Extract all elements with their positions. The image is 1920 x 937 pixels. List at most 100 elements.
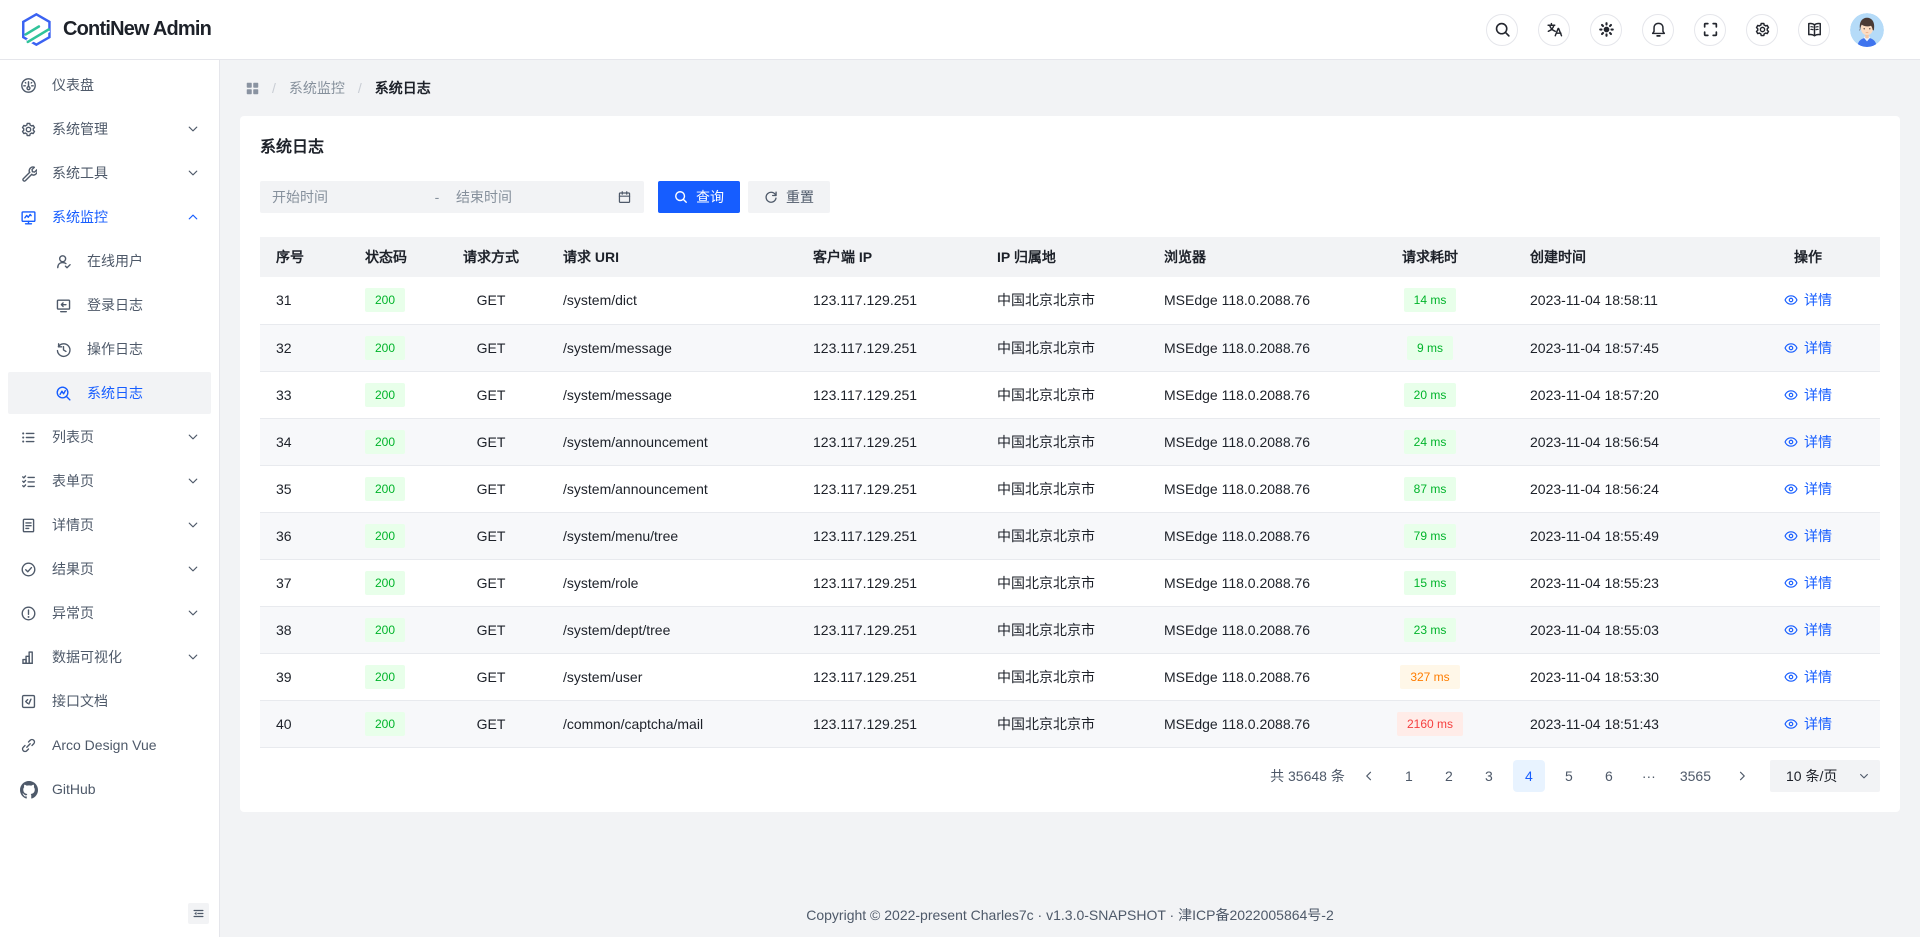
sidebar-item-10[interactable]: 表单页 — [8, 460, 211, 502]
chevron-down-icon — [187, 607, 199, 619]
chevron-down-icon — [187, 475, 199, 487]
pagination-prev-button[interactable] — [1353, 760, 1385, 792]
table-cell: 2023-11-04 18:55:23 — [1514, 559, 1736, 606]
detail-file-icon — [20, 517, 36, 533]
table-cell: 123.117.129.251 — [797, 512, 981, 559]
table-cell: 200 — [349, 700, 435, 747]
elapsed-badge: 23 ms — [1404, 618, 1457, 642]
sidebar-item-16[interactable]: Arco Design Vue — [8, 724, 211, 766]
elapsed-badge: 9 ms — [1407, 336, 1453, 360]
sidebar-item-3[interactable]: 系统工具 — [8, 152, 211, 194]
search-button[interactable] — [1486, 14, 1518, 46]
sidebar-item-12[interactable]: 结果页 — [8, 548, 211, 590]
sidebar-item-7[interactable]: 操作日志 — [8, 328, 211, 370]
sidebar-item-9[interactable]: 列表页 — [8, 416, 211, 458]
status-badge: 200 — [365, 477, 405, 501]
sidebar-item-label: 系统监控 — [52, 207, 187, 227]
sidebar-item-11[interactable]: 详情页 — [8, 504, 211, 546]
detail-link[interactable]: 详情 — [1784, 479, 1832, 499]
settings-gear-button[interactable] — [1746, 14, 1778, 46]
eye-icon — [1784, 717, 1798, 731]
table-cell: MSEdge 118.0.2088.76 — [1148, 371, 1346, 418]
table-cell: 2023-11-04 18:55:49 — [1514, 512, 1736, 559]
calendar-icon — [617, 190, 632, 205]
pagination-page-2[interactable]: 2 — [1433, 760, 1465, 792]
sidebar-item-label: 详情页 — [52, 515, 187, 535]
reset-button[interactable]: 重置 — [748, 181, 830, 213]
result-check-icon — [20, 561, 36, 577]
fullscreen-button[interactable] — [1694, 14, 1726, 46]
page-size-select[interactable]: 10 条/页 — [1770, 760, 1880, 792]
table-cell: /system/role — [547, 559, 797, 606]
table-cell: 详情 — [1736, 465, 1880, 512]
table-cell: GET — [435, 653, 547, 700]
translate-button[interactable] — [1538, 14, 1570, 46]
theme-light-button[interactable] — [1590, 14, 1622, 46]
sidebar-item-13[interactable]: 异常页 — [8, 592, 211, 634]
table-cell: 200 — [349, 371, 435, 418]
table-cell: 37 — [260, 559, 349, 606]
pagination-page-3565[interactable]: 3565 — [1673, 760, 1718, 792]
sidebar-item-2[interactable]: 系统管理 — [8, 108, 211, 150]
detail-link[interactable]: 详情 — [1784, 620, 1832, 640]
detail-link[interactable]: 详情 — [1784, 290, 1832, 310]
pagination-page-5[interactable]: 5 — [1553, 760, 1585, 792]
sidebar-item-8[interactable]: 系统日志 — [8, 372, 211, 414]
apps-grid-icon[interactable] — [246, 82, 259, 95]
column-header: 请求 URI — [547, 237, 797, 277]
sidebar-item-15[interactable]: 接口文档 — [8, 680, 211, 722]
sidebar-item-5[interactable]: 在线用户 — [8, 240, 211, 282]
table-row: 37200GET/system/role123.117.129.251中国北京北… — [260, 559, 1880, 606]
detail-link[interactable]: 详情 — [1784, 714, 1832, 734]
pagination-page-4[interactable]: 4 — [1513, 760, 1545, 792]
table-cell: MSEdge 118.0.2088.76 — [1148, 465, 1346, 512]
detail-link[interactable]: 详情 — [1784, 573, 1832, 593]
pagination-page-1[interactable]: 1 — [1393, 760, 1425, 792]
sidebar-collapse-button[interactable] — [188, 903, 209, 924]
table-cell: 200 — [349, 277, 435, 324]
status-badge: 200 — [365, 524, 405, 548]
date-range-picker[interactable]: 开始时间 - 结束时间 — [260, 181, 644, 213]
table-cell: 200 — [349, 512, 435, 559]
sidebar-item-6[interactable]: 登录日志 — [8, 284, 211, 326]
table-cell: /common/captcha/mail — [547, 700, 797, 747]
fullscreen-icon — [1702, 21, 1719, 38]
table-cell: 36 — [260, 512, 349, 559]
table-cell: /system/user — [547, 653, 797, 700]
sidebar-item-label: 在线用户 — [87, 251, 199, 271]
detail-link[interactable]: 详情 — [1784, 385, 1832, 405]
sidebar-item-17[interactable]: GitHub — [8, 768, 211, 810]
eye-icon — [1784, 670, 1798, 684]
table-cell: GET — [435, 324, 547, 371]
detail-link[interactable]: 详情 — [1784, 526, 1832, 546]
notification-bell-button[interactable] — [1642, 14, 1674, 46]
sidebar-item-1[interactable]: 仪表盘 — [8, 64, 211, 106]
table-cell: 123.117.129.251 — [797, 418, 981, 465]
breadcrumb-item-parent[interactable]: 系统监控 — [289, 78, 345, 98]
user-avatar[interactable] — [1850, 13, 1884, 47]
gear-icon — [20, 121, 36, 137]
sidebar-item-4[interactable]: 系统监控 — [8, 196, 211, 238]
pagination-page-3[interactable]: 3 — [1473, 760, 1505, 792]
status-badge: 200 — [365, 665, 405, 689]
pagination: 共 35648 条123456···356510 条/页 — [260, 760, 1880, 792]
table-cell: 2023-11-04 18:56:54 — [1514, 418, 1736, 465]
elapsed-badge: 2160 ms — [1397, 712, 1463, 736]
logo-area[interactable]: ContiNew Admin — [20, 13, 211, 46]
detail-link[interactable]: 详情 — [1784, 667, 1832, 687]
column-header: 客户端 IP — [797, 237, 981, 277]
table-cell: 中国北京北京市 — [981, 465, 1148, 512]
sidebar-item-label: 接口文档 — [52, 691, 199, 711]
search-button-label: 查询 — [696, 187, 724, 207]
detail-link[interactable]: 详情 — [1784, 338, 1832, 358]
pagination-page-6[interactable]: 6 — [1593, 760, 1625, 792]
sidebar-item-label: 系统管理 — [52, 119, 187, 139]
sidebar-item-label: Arco Design Vue — [52, 737, 199, 753]
docs-book-button[interactable] — [1798, 14, 1830, 46]
table-cell: 79 ms — [1346, 512, 1514, 559]
pagination-next-button[interactable] — [1726, 760, 1758, 792]
detail-link[interactable]: 详情 — [1784, 432, 1832, 452]
search-button[interactable]: 查询 — [658, 181, 740, 213]
sidebar-item-14[interactable]: 数据可视化 — [8, 636, 211, 678]
table-cell: 中国北京北京市 — [981, 653, 1148, 700]
